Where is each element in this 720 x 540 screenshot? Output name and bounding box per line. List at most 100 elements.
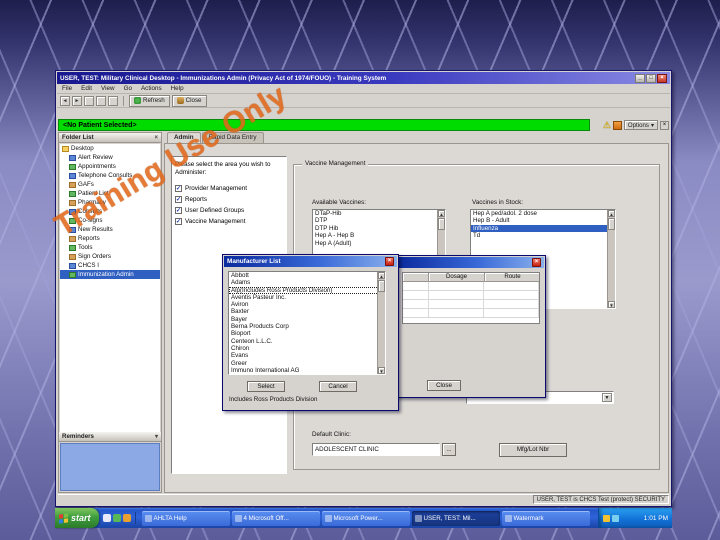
- folder-tree-item[interactable]: Immunization Admin: [60, 270, 160, 279]
- start-button[interactable]: start: [55, 508, 99, 528]
- area-checkbox-row[interactable]: ✓ User Defined Groups: [175, 206, 283, 214]
- manufacturer-item[interactable]: Greer: [229, 360, 385, 367]
- checkbox-checked-icon[interactable]: ✓: [175, 217, 182, 225]
- manufacturer-item[interactable]: Baxter: [229, 308, 385, 315]
- quick-launch-icon[interactable]: [122, 514, 131, 522]
- forward-button[interactable]: ►: [72, 95, 82, 106]
- task-button[interactable]: Watermark: [501, 510, 590, 526]
- area-checkbox-row[interactable]: ✓ Vaccine Management: [175, 217, 283, 225]
- close-stock-dialog-button[interactable]: Close: [427, 380, 461, 391]
- scroll-up-icon[interactable]: ▲: [608, 210, 615, 217]
- task-button[interactable]: Microsoft Power...: [321, 510, 410, 526]
- folder-tree-item[interactable]: CHCS I: [60, 261, 160, 270]
- close-button[interactable]: Close: [171, 94, 207, 107]
- default-clinic-input[interactable]: [312, 443, 440, 456]
- toolbar-button[interactable]: [84, 95, 94, 106]
- close-window-button[interactable]: ×: [657, 73, 667, 83]
- scroll-thumb[interactable]: [608, 218, 615, 230]
- minimize-button[interactable]: _: [635, 73, 645, 83]
- folder-tree-item[interactable]: Appointments: [60, 162, 160, 171]
- folder-tree-item[interactable]: Patient List: [60, 189, 160, 198]
- close-folder-list-icon[interactable]: ×: [154, 135, 158, 141]
- table-row[interactable]: [403, 309, 539, 318]
- tray-icon[interactable]: [612, 514, 619, 522]
- close-dialog-button[interactable]: ×: [385, 257, 394, 266]
- scroll-down-icon[interactable]: ▼: [608, 301, 615, 308]
- close-panel-button[interactable]: ×: [660, 120, 669, 130]
- back-button[interactable]: ◄: [60, 95, 70, 106]
- stock-vaccine-item[interactable]: Td: [471, 232, 615, 239]
- quick-launch-icon[interactable]: [102, 514, 111, 522]
- maximize-button[interactable]: □: [646, 73, 656, 83]
- available-vaccine-item[interactable]: DTaP-Hib: [313, 210, 445, 217]
- folder-tree-item[interactable]: Pharmacy: [60, 198, 160, 207]
- table-row[interactable]: [403, 291, 539, 300]
- task-button[interactable]: USER, TEST: Mil...: [411, 510, 500, 526]
- folder-tree-item[interactable]: Desktop: [60, 144, 160, 153]
- task-button[interactable]: 4 Microsoft Off...: [231, 510, 320, 526]
- folder-tree-item[interactable]: Tools: [60, 243, 160, 252]
- available-vaccine-item[interactable]: DTP: [313, 217, 445, 224]
- available-vaccine-item[interactable]: Hep A - Hep B: [313, 232, 445, 239]
- checkbox-checked-icon[interactable]: ✓: [175, 206, 182, 214]
- options-button[interactable]: Options ▾: [623, 120, 658, 130]
- menu-item[interactable]: Help: [171, 85, 184, 92]
- dialog-titlebar[interactable]: ×: [398, 257, 544, 268]
- manufacturer-item[interactable]: Berna Products Corp: [229, 323, 385, 330]
- menu-item[interactable]: Go: [124, 85, 132, 92]
- task-button[interactable]: AHLTA Help: [141, 510, 230, 526]
- select-button[interactable]: Select: [247, 381, 285, 392]
- available-vaccine-item[interactable]: Hep A (Adult): [313, 240, 445, 247]
- stock-vaccine-item[interactable]: Hep B - Adult: [471, 217, 615, 224]
- area-checkbox-row[interactable]: ✓ Provider Management: [175, 184, 283, 192]
- checkbox-checked-icon[interactable]: ✓: [175, 184, 182, 192]
- manufacturer-item[interactable]: Aviron: [229, 301, 385, 308]
- tray-icon[interactable]: [603, 514, 610, 522]
- refresh-button[interactable]: Refresh: [129, 94, 170, 107]
- folder-tree-item[interactable]: Co-signs: [60, 216, 160, 225]
- mfg-lot-nbr-button[interactable]: Mfg/Lot Nbr: [499, 443, 567, 457]
- folder-tree-item[interactable]: Consults: [60, 207, 160, 216]
- folder-tree-item[interactable]: Sign Orders: [60, 252, 160, 261]
- folder-tree-item[interactable]: Reports: [60, 234, 160, 243]
- manufacturer-item[interactable]: Abbott: [229, 272, 385, 279]
- manufacturer-item[interactable]: Immuno International AG: [229, 367, 385, 374]
- menu-item[interactable]: File: [62, 85, 72, 92]
- folder-tree-item[interactable]: New Results: [60, 225, 160, 234]
- scrollbar[interactable]: ▲ ▼: [377, 272, 385, 374]
- menu-item[interactable]: Edit: [81, 85, 92, 92]
- scroll-down-icon[interactable]: ▼: [378, 367, 385, 374]
- toolbar-button[interactable]: [108, 95, 118, 106]
- window-titlebar[interactable]: USER, TEST: Military Clinical Desktop - …: [57, 72, 670, 84]
- stock-vaccine-item[interactable]: Hep A ped/adol. 2 dose: [471, 210, 615, 217]
- manufacturer-item[interactable]: Bayer: [229, 316, 385, 323]
- checkbox-checked-icon[interactable]: ✓: [175, 195, 182, 203]
- toolbar-button[interactable]: [96, 95, 106, 106]
- scrollbar[interactable]: ▲ ▼: [607, 210, 615, 308]
- reminders-header[interactable]: Reminders ▾: [59, 432, 161, 442]
- available-vaccine-item[interactable]: DTP Hib: [313, 225, 445, 232]
- table-row[interactable]: [403, 282, 539, 291]
- menu-item[interactable]: Actions: [141, 85, 162, 92]
- alert-swatch-button[interactable]: [612, 120, 622, 130]
- menu-item[interactable]: View: [101, 85, 115, 92]
- scroll-up-icon[interactable]: ▲: [378, 272, 385, 279]
- browse-button[interactable]: ...: [442, 443, 456, 456]
- tab[interactable]: Admin: [167, 132, 201, 143]
- manufacturer-item[interactable]: Alp(Includes Ross Products Division): [229, 286, 385, 294]
- scroll-thumb[interactable]: [378, 280, 385, 292]
- tab[interactable]: Rapid Data Entry: [201, 132, 264, 143]
- manufacturer-item[interactable]: Centeon L.L.C.: [229, 338, 385, 345]
- close-dialog-button[interactable]: ×: [532, 258, 541, 267]
- folder-tree-item[interactable]: GAFs: [60, 180, 160, 189]
- stock-vaccine-item[interactable]: Influenza: [471, 224, 615, 233]
- quick-launch-icon[interactable]: [112, 514, 121, 522]
- manufacturer-item[interactable]: Adams: [229, 279, 385, 286]
- manufacturer-item[interactable]: Aventis Pasteur Inc.: [229, 294, 385, 301]
- manufacturer-item[interactable]: Evans: [229, 352, 385, 359]
- table-row[interactable]: [403, 300, 539, 309]
- scroll-up-icon[interactable]: ▲: [438, 210, 445, 217]
- cancel-button[interactable]: Cancel: [319, 381, 357, 392]
- chevron-down-icon[interactable]: ▼: [602, 393, 612, 402]
- manufacturer-item[interactable]: Bioport: [229, 330, 385, 337]
